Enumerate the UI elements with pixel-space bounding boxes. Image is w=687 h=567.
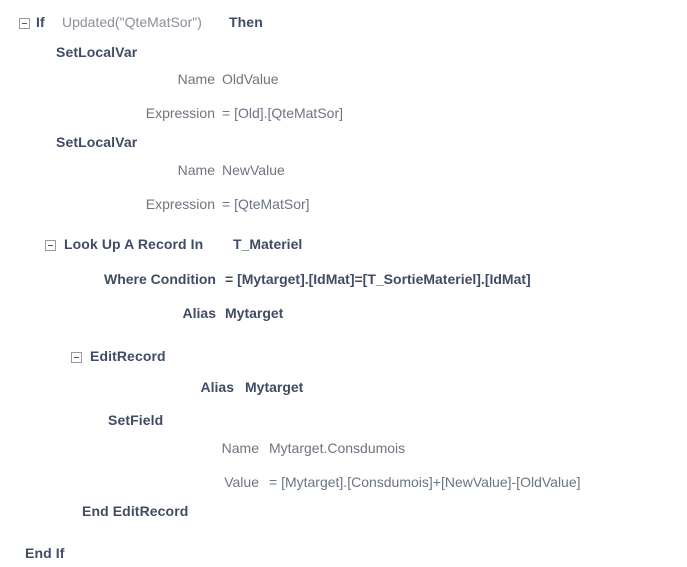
macro-row-if[interactable]: If Updated("QteMatSor") Then (0, 14, 687, 36)
collapse-toggle-icon[interactable] (19, 18, 30, 29)
macro-row-argument-name[interactable]: Name NewValue (0, 162, 687, 184)
macro-row-setlocalvar-old[interactable]: SetLocalVar (0, 44, 687, 66)
argument-value-name[interactable]: OldValue (222, 71, 279, 87)
action-name-setlocalvar: SetLocalVar (56, 44, 138, 60)
if-keyword: If (36, 14, 45, 30)
editrecord-keyword: EditRecord (90, 348, 166, 364)
macro-row-argument-expression[interactable]: Expression = [Old].[QteMatSor] (0, 105, 687, 127)
argument-label-alias: Alias (182, 305, 216, 321)
macro-row-argument-alias[interactable]: Alias Mytarget (0, 379, 687, 401)
lookup-record-table[interactable]: T_Materiel (233, 236, 302, 252)
lookup-record-keyword: Look Up A Record In (64, 236, 204, 252)
argument-value-alias[interactable]: Mytarget (245, 379, 303, 395)
argument-value-value[interactable]: = [Mytarget].[Consdumois]+[NewValue]-[Ol… (269, 474, 581, 490)
macro-row-argument-where-condition[interactable]: Where Condition = [Mytarget].[IdMat]=[T_… (0, 271, 687, 293)
argument-label-value: Value (224, 474, 259, 490)
macro-row-editrecord[interactable]: EditRecord (0, 348, 687, 370)
argument-value-where-condition[interactable]: = [Mytarget].[IdMat]=[T_SortieMateriel].… (225, 271, 531, 287)
end-if-keyword: End If (25, 545, 65, 561)
argument-label-alias: Alias (200, 379, 234, 395)
argument-label-expression: Expression (145, 105, 215, 121)
macro-row-argument-name[interactable]: Name Mytarget.Consdumois (0, 440, 687, 462)
macro-row-lookup-record[interactable]: Look Up A Record In T_Materiel (0, 236, 687, 258)
if-condition-expression[interactable]: Updated("QteMatSor") (62, 14, 202, 30)
macro-row-argument-name[interactable]: Name OldValue (0, 71, 687, 93)
macro-row-argument-expression[interactable]: Expression = [QteMatSor] (0, 196, 687, 218)
action-name-setlocalvar: SetLocalVar (56, 134, 138, 150)
collapse-toggle-icon[interactable] (45, 240, 56, 251)
macro-row-setfield[interactable]: SetField (0, 412, 687, 434)
macro-row-argument-value[interactable]: Value = [Mytarget].[Consdumois]+[NewValu… (0, 474, 687, 496)
macro-row-end-if[interactable]: End If (0, 545, 687, 567)
argument-label-where-condition: Where Condition (104, 271, 216, 287)
then-keyword: Then (229, 14, 263, 30)
argument-value-expression[interactable]: = [Old].[QteMatSor] (222, 105, 343, 121)
action-name-setfield: SetField (108, 412, 164, 428)
macro-row-argument-alias[interactable]: Alias Mytarget (0, 305, 687, 327)
argument-value-alias[interactable]: Mytarget (225, 305, 283, 321)
argument-label-name: Name (177, 71, 215, 87)
argument-value-name[interactable]: Mytarget.Consdumois (269, 440, 405, 456)
argument-label-name: Name (221, 440, 259, 456)
collapse-toggle-icon[interactable] (71, 352, 82, 363)
macro-row-setlocalvar-new[interactable]: SetLocalVar (0, 134, 687, 156)
argument-value-name[interactable]: NewValue (222, 162, 285, 178)
argument-label-name: Name (177, 162, 215, 178)
end-editrecord-keyword: End EditRecord (82, 503, 189, 519)
macro-row-end-editrecord[interactable]: End EditRecord (0, 503, 687, 525)
argument-value-expression[interactable]: = [QteMatSor] (222, 196, 310, 212)
macro-design-surface: If Updated("QteMatSor") Then SetLocalVar… (0, 0, 687, 567)
argument-label-expression: Expression (145, 196, 215, 212)
